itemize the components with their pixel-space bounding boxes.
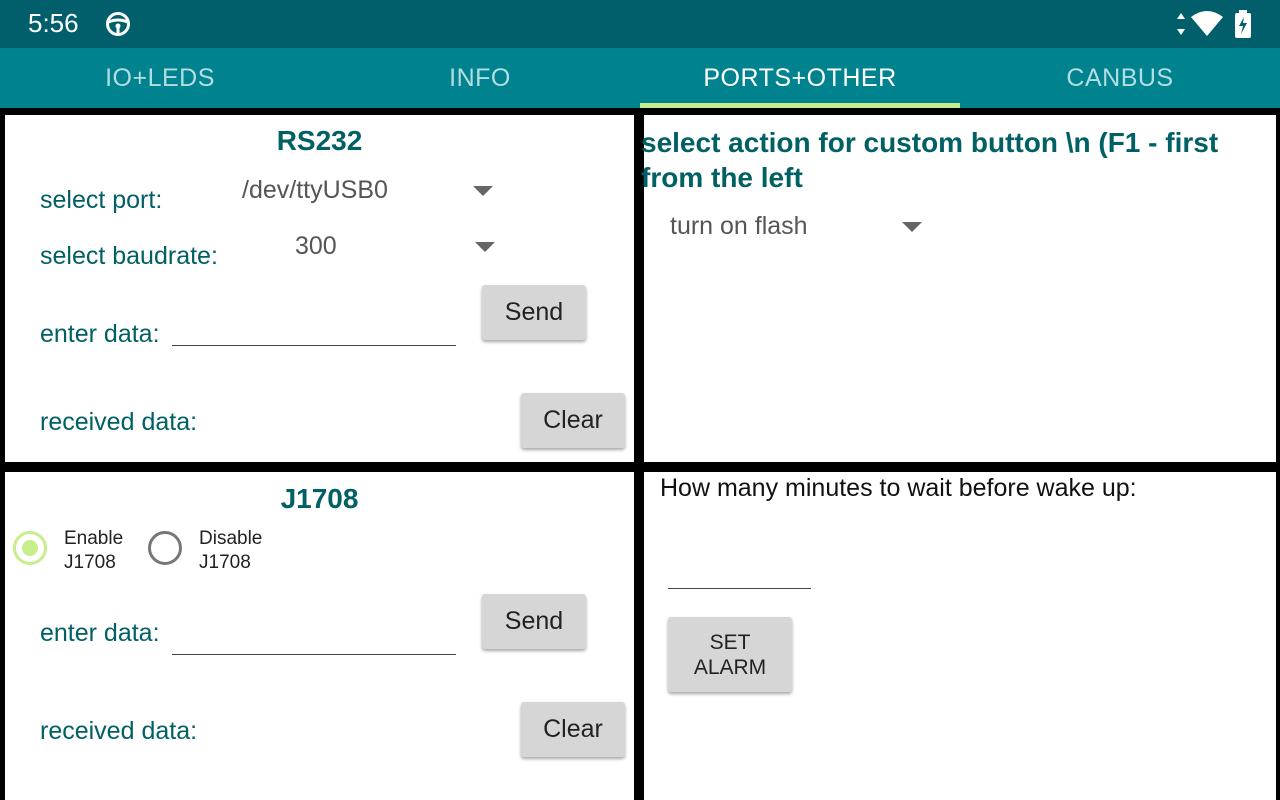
j1708-clear-button[interactable]: Clear <box>521 702 625 757</box>
minutes-input[interactable] <box>668 560 811 589</box>
status-time: 5:56 <box>28 8 79 38</box>
port-spinner[interactable]: /dev/ttyUSB0 <box>230 170 505 210</box>
tab-ports-other[interactable]: PORTS+OTHER <box>640 48 960 108</box>
select-baudrate-label: select baudrate: <box>40 242 218 270</box>
tab-label: PORTS+OTHER <box>703 63 897 92</box>
active-tab-indicator <box>640 103 960 108</box>
dropdown-arrow-icon <box>473 186 493 196</box>
radio-checked-icon <box>13 531 47 565</box>
baudrate-spinner[interactable]: 300 <box>285 227 507 267</box>
tab-label: IO+LEDS <box>105 63 215 92</box>
j1708-data-input[interactable] <box>172 626 456 655</box>
wake-up-question: How many minutes to wait before wake up: <box>660 474 1137 502</box>
custom-action-spinner[interactable]: turn on flash <box>659 207 929 247</box>
custom-button-title: select action for custom button \n (F1 -… <box>641 127 1219 193</box>
disable-j1708-radio[interactable]: Disable J1708 <box>148 528 278 578</box>
rs232-send-button[interactable]: Send <box>482 285 586 340</box>
rs232-panel: RS232 select port: /dev/ttyUSB0 select b… <box>5 115 634 462</box>
port-spinner-value: /dev/ttyUSB0 <box>242 176 388 204</box>
enable-j1708-label: Enable J1708 <box>64 528 124 573</box>
dropdown-arrow-icon <box>902 222 922 232</box>
dropdown-arrow-icon <box>475 242 495 252</box>
radio-unchecked-icon <box>148 531 182 565</box>
tab-info[interactable]: INFO <box>320 48 640 108</box>
enable-j1708-radio[interactable]: Enable J1708 <box>13 528 143 578</box>
enter-data-label: enter data: <box>40 619 160 647</box>
battery-charging-icon <box>1235 10 1251 38</box>
rs232-clear-button[interactable]: Clear <box>521 393 625 448</box>
steering-wheel-icon <box>106 12 130 36</box>
tab-label: CANBUS <box>1066 63 1174 92</box>
tab-io-leds[interactable]: IO+LEDS <box>0 48 320 108</box>
received-data-label: received data: <box>40 408 198 436</box>
select-port-label: select port: <box>40 186 163 214</box>
status-bar: 5:56 <box>0 0 1280 48</box>
j1708-send-button[interactable]: Send <box>482 594 586 649</box>
set-alarm-button[interactable]: SET ALARM <box>668 617 792 692</box>
custom-button-panel: select action for custom button \n (F1 -… <box>641 115 1276 462</box>
tab-label: INFO <box>449 63 511 92</box>
rs232-data-input[interactable] <box>172 317 456 346</box>
baudrate-spinner-value: 300 <box>295 232 337 260</box>
wifi-icon <box>1191 11 1223 36</box>
enter-data-label: enter data: <box>40 320 160 348</box>
j1708-title: J1708 <box>280 483 359 514</box>
tab-bar: IO+LEDS INFO PORTS+OTHER CANBUS <box>0 48 1280 108</box>
rs232-title: RS232 <box>276 125 363 156</box>
custom-action-spinner-value: turn on flash <box>670 212 808 240</box>
disable-j1708-label: Disable J1708 <box>199 528 263 573</box>
data-arrows-icon <box>1177 13 1185 35</box>
alarm-panel: How many minutes to wait before wake up:… <box>644 472 1276 800</box>
j1708-panel: J1708 Enable J1708 Disable J1708 enter d… <box>5 472 634 800</box>
received-data-label: received data: <box>40 717 198 745</box>
tab-canbus[interactable]: CANBUS <box>960 48 1280 108</box>
